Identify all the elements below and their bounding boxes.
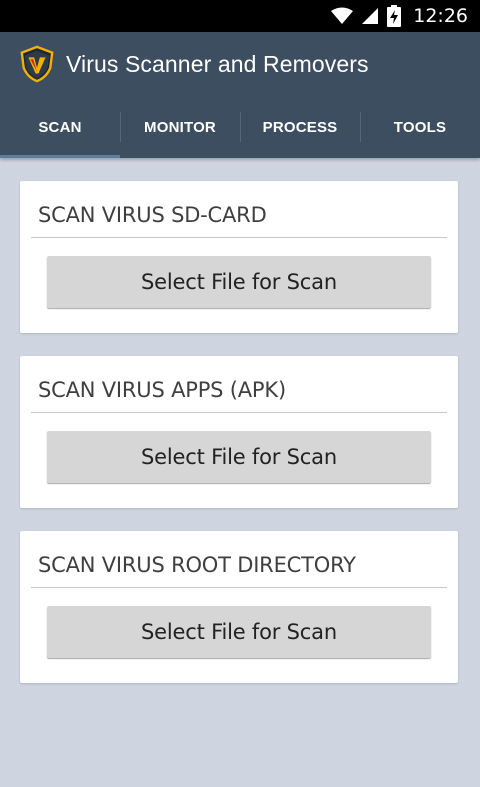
- tab-label: SCAN: [38, 118, 82, 136]
- app-bar: Virus Scanner and Removers: [0, 32, 480, 96]
- card-heading: SCAN VIRUS ROOT DIRECTORY: [38, 553, 356, 577]
- card-divider: [31, 587, 447, 588]
- scan-apps-card: SCAN VIRUS APPS (APK) Select File for Sc…: [20, 356, 458, 508]
- tab-monitor[interactable]: MONITOR: [120, 96, 240, 158]
- tab-process[interactable]: PROCESS: [240, 96, 360, 158]
- shield-v-icon: [20, 45, 54, 83]
- card-divider: [31, 412, 447, 413]
- wifi-icon: [331, 7, 354, 24]
- scan-root-card: SCAN VIRUS ROOT DIRECTORY Select File fo…: [20, 531, 458, 683]
- tab-bar: SCAN MONITOR PROCESS TOOLS: [0, 96, 480, 158]
- select-file-button[interactable]: Select File for Scan: [47, 606, 431, 658]
- tab-scan[interactable]: SCAN: [0, 96, 120, 158]
- status-bar: 12:26: [0, 0, 480, 32]
- select-file-button[interactable]: Select File for Scan: [47, 431, 431, 483]
- clock: 12:26: [413, 5, 468, 27]
- app-title: Virus Scanner and Removers: [66, 50, 369, 77]
- card-divider: [31, 237, 447, 238]
- select-file-button[interactable]: Select File for Scan: [47, 256, 431, 308]
- card-heading: SCAN VIRUS APPS (APK): [38, 378, 286, 402]
- scan-sdcard-card: SCAN VIRUS SD-CARD Select File for Scan: [20, 181, 458, 333]
- tab-label: TOOLS: [393, 118, 447, 136]
- tab-tools[interactable]: TOOLS: [360, 96, 480, 158]
- status-icons: 12:26: [331, 0, 468, 32]
- card-heading: SCAN VIRUS SD-CARD: [38, 203, 267, 227]
- battery-charging-icon: [387, 5, 402, 27]
- tab-label: PROCESS: [262, 118, 338, 136]
- tab-label: MONITOR: [144, 118, 216, 136]
- tab-selected-indicator: [0, 155, 120, 158]
- signal-icon: [362, 8, 379, 24]
